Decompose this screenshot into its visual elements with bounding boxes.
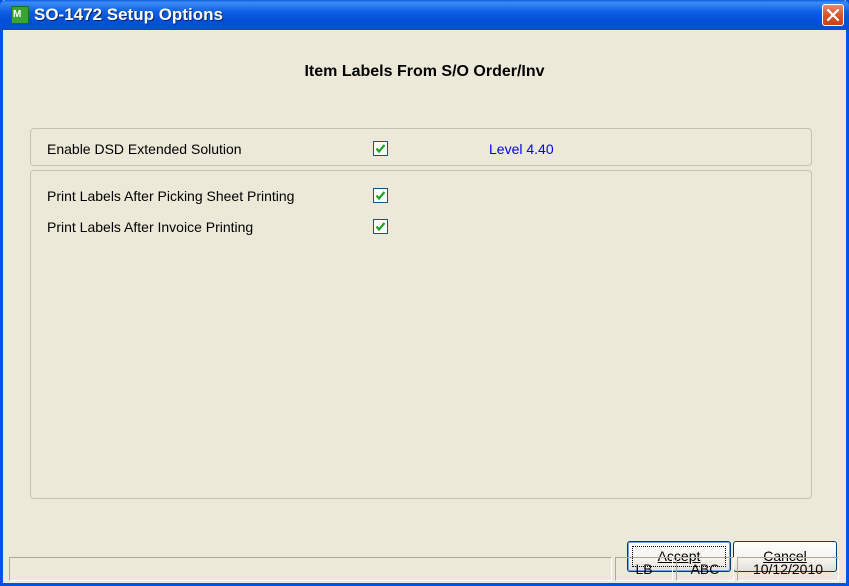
title-bar[interactable]: M SO-1472 Setup Options: [0, 0, 849, 30]
app-icon-letter: M: [13, 9, 22, 20]
checkmark-icon: [375, 191, 386, 201]
print-after-picking-label: Print Labels After Picking Sheet Printin…: [47, 188, 295, 204]
checkmark-icon: [375, 222, 386, 232]
window-title: SO-1472 Setup Options: [34, 5, 223, 24]
print-after-invoice-checkbox[interactable]: [373, 219, 388, 234]
print-after-picking-checkbox[interactable]: [373, 188, 388, 203]
close-button[interactable]: [822, 4, 844, 26]
enable-dsd-label: Enable DSD Extended Solution: [47, 141, 242, 157]
app-icon: M: [11, 6, 29, 24]
checkmark-icon: [375, 144, 386, 154]
enable-dsd-checkbox[interactable]: [373, 141, 388, 156]
page-heading: Item Labels From S/O Order/Inv: [304, 63, 545, 80]
close-icon: [827, 9, 839, 21]
status-pane-main: [9, 557, 612, 581]
status-pane-date: 10/12/2010: [737, 557, 839, 581]
status-bar: LB ABC 10/12/2010: [3, 555, 846, 583]
status-pane-user: LB: [615, 557, 673, 581]
print-after-invoice-label: Print Labels After Invoice Printing: [47, 219, 254, 235]
level-version-text: Level 4.40: [489, 141, 554, 157]
setup-options-window: M SO-1472 Setup Options Item Labels From…: [0, 0, 849, 586]
status-pane-company: ABC: [676, 557, 734, 581]
